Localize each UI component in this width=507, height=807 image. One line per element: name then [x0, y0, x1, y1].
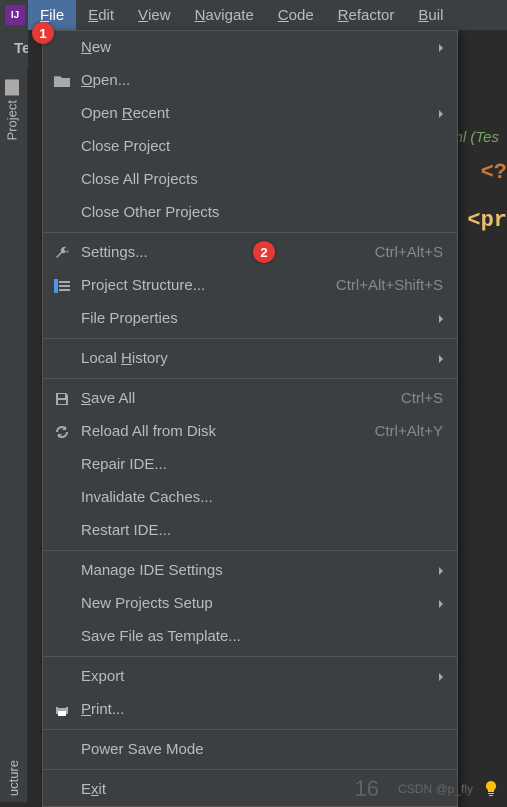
bulb-icon[interactable]: [483, 780, 499, 796]
menu-item-power-save-mode[interactable]: Power Save Mode: [43, 733, 457, 766]
menu-item-new-projects-setup[interactable]: New Projects Setup: [43, 587, 457, 620]
menu-item-label: File Properties: [81, 310, 443, 327]
menu-separator: [43, 656, 457, 657]
menu-item-new[interactable]: New: [43, 31, 457, 64]
menu-item-label: Manage IDE Settings: [81, 562, 443, 579]
menu-separator: [43, 338, 457, 339]
menu-item-label: Save File as Template...: [81, 628, 443, 645]
code-line[interactable]: <?: [481, 160, 507, 185]
menu-navigate[interactable]: Navigate: [183, 0, 266, 30]
menu-item-label: Invalidate Caches...: [81, 489, 443, 506]
project-tool-tab[interactable]: Project: [0, 68, 24, 152]
menu-item-label: Repair IDE...: [81, 456, 443, 473]
print-icon: [53, 701, 71, 719]
file-menu-dropdown: New Open... Open Recent Close Project Close …: [42, 30, 458, 807]
menu-item-label: New: [81, 39, 443, 56]
wrench-icon: [53, 244, 71, 262]
menu-item-settings[interactable]: Settings...2 Ctrl+Alt+S: [43, 236, 457, 269]
menu-item-label: Open Recent: [81, 105, 443, 122]
menu-item-label: New Projects Setup: [81, 595, 443, 612]
menu-separator: [43, 769, 457, 770]
menu-separator: [43, 378, 457, 379]
menu-item-label: Power Save Mode: [81, 741, 443, 758]
menu-item-label: Export: [81, 668, 443, 685]
menu-item-manage-ide-settings[interactable]: Manage IDE Settings: [43, 554, 457, 587]
menu-item-label: Close Other Projects: [81, 204, 443, 221]
menu-item-exit[interactable]: Exit: [43, 773, 457, 806]
menu-item-close-project[interactable]: Close Project: [43, 130, 457, 163]
annotation-badge-1: 1: [32, 22, 54, 44]
menu-item-label: Close Project: [81, 138, 443, 155]
menu-item-close-all-projects[interactable]: Close All Projects: [43, 163, 457, 196]
menu-item-print[interactable]: Print...: [43, 693, 457, 726]
menu-item-label: Restart IDE...: [81, 522, 443, 539]
menu-item-label: Open...: [81, 72, 443, 89]
app-icon[interactable]: IJ: [2, 3, 28, 27]
menu-shortcut: Ctrl+Alt+Y: [375, 423, 443, 440]
menu-code[interactable]: Code: [266, 0, 326, 30]
menu-item-label: Project Structure...: [81, 277, 336, 294]
menu-item-label: Settings...: [81, 244, 375, 261]
menu-item-label: Save All: [81, 390, 401, 407]
menu-shortcut: Ctrl+Alt+S: [375, 244, 443, 261]
folder-icon: [53, 72, 71, 90]
menu-item-close-other-projects[interactable]: Close Other Projects: [43, 196, 457, 229]
submenu-arrow-icon: [437, 353, 445, 365]
menu-item-reload-all-from-disk[interactable]: Reload All from DiskCtrl+Alt+Y: [43, 415, 457, 448]
menu-item-label: Reload All from Disk: [81, 423, 375, 440]
menu-item-invalidate-caches[interactable]: Invalidate Caches...: [43, 481, 457, 514]
gutter-line-number: 16: [355, 776, 379, 802]
menu-separator: [43, 729, 457, 730]
menu-item-export[interactable]: Export: [43, 660, 457, 693]
menu-item-repair-ide[interactable]: Repair IDE...: [43, 448, 457, 481]
menu-buil[interactable]: Buil: [406, 0, 455, 30]
menu-item-open[interactable]: Open...: [43, 64, 457, 97]
menu-item-label: Exit: [81, 781, 443, 798]
submenu-arrow-icon: [437, 313, 445, 325]
submenu-arrow-icon: [437, 42, 445, 54]
reload-icon: [53, 423, 71, 441]
menu-item-open-recent[interactable]: Open Recent: [43, 97, 457, 130]
menu-item-file-properties[interactable]: File Properties: [43, 302, 457, 335]
menu-shortcut: Ctrl+S: [401, 390, 443, 407]
folder-icon: [5, 79, 19, 95]
menu-edit[interactable]: Edit: [76, 0, 126, 30]
code-line[interactable]: <pr: [467, 208, 507, 233]
menu-item-label: Print...: [81, 701, 443, 718]
submenu-arrow-icon: [437, 108, 445, 120]
save-icon: [53, 390, 71, 408]
menu-view[interactable]: View: [126, 0, 183, 30]
menubar: IJ FileEditViewNavigateCodeRefactorBuil: [0, 0, 507, 30]
menu-item-restart-ide[interactable]: Restart IDE...: [43, 514, 457, 547]
menu-item-label: Close All Projects: [81, 171, 443, 188]
submenu-arrow-icon: [437, 598, 445, 610]
menu-item-save-all[interactable]: Save AllCtrl+S: [43, 382, 457, 415]
menu-refactor[interactable]: Refactor: [326, 0, 407, 30]
watermark: CSDN @p_fly: [398, 782, 473, 796]
structure-tool-tab[interactable]: ucture: [0, 754, 27, 802]
submenu-arrow-icon: [437, 671, 445, 683]
menu-item-label: Local History: [81, 350, 443, 367]
menu-separator: [43, 550, 457, 551]
structure-icon: [53, 277, 71, 295]
submenu-arrow-icon: [437, 565, 445, 577]
menu-item-save-file-as-template[interactable]: Save File as Template...: [43, 620, 457, 653]
menu-item-project-structure[interactable]: Project Structure...Ctrl+Alt+Shift+S: [43, 269, 457, 302]
annotation-badge-2: 2: [253, 241, 275, 263]
menu-separator: [43, 232, 457, 233]
sidebar: Project: [0, 68, 28, 768]
project-label: Project: [5, 100, 20, 140]
menu-item-local-history[interactable]: Local History: [43, 342, 457, 375]
menu-shortcut: Ctrl+Alt+Shift+S: [336, 277, 443, 294]
